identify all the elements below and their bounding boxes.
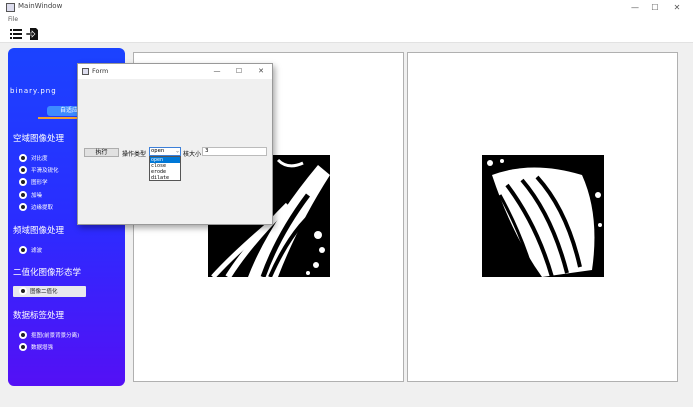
dialog-maximize-button[interactable]: ☐ xyxy=(228,64,250,79)
execute-button[interactable]: 执行 xyxy=(84,148,119,157)
radio-icon xyxy=(19,343,27,351)
result-image xyxy=(482,155,604,277)
minimize-button[interactable]: — xyxy=(624,0,646,15)
dialog-minimize-button[interactable]: — xyxy=(206,64,228,79)
section-spatial: 空域图像处理 xyxy=(13,134,65,144)
window-title: MainWindow xyxy=(18,2,63,10)
section-labels: 数据标签处理 xyxy=(13,311,65,321)
maximize-button[interactable]: ☐ xyxy=(644,0,666,15)
radio-icon xyxy=(19,154,27,162)
chevron-down-icon[interactable]: ⌄ xyxy=(176,148,179,155)
result-image-panel xyxy=(407,52,678,382)
option-dilate[interactable]: dilate xyxy=(150,175,180,181)
radio-icon xyxy=(19,203,27,211)
image-filename: binary.png xyxy=(10,87,57,95)
radio-icon xyxy=(19,246,27,254)
sidebar-item-augment[interactable]: 数据增强 xyxy=(19,342,119,352)
sidebar-item-binarize[interactable]: 图像二值化 xyxy=(13,286,86,297)
radio-icon xyxy=(19,331,27,339)
radio-icon xyxy=(19,166,27,174)
sidebar-item-filter[interactable]: 滤波 xyxy=(19,245,119,255)
sidebar-item-matting[interactable]: 抠图(前景背景分离) xyxy=(19,330,119,340)
op-type-value: open xyxy=(151,148,165,154)
kernel-size-input[interactable]: 3 xyxy=(202,147,267,156)
dialog-title: Form xyxy=(92,67,109,75)
menu-bar: File xyxy=(0,15,693,25)
kernel-size-label: 核大小 xyxy=(183,151,202,158)
butterfly-image-right xyxy=(482,155,604,277)
section-binary-morphology: 二值化图像形态学 xyxy=(13,268,82,278)
dialog-close-button[interactable]: ✕ xyxy=(250,64,272,79)
dialog-title-bar: Form — ☐ ✕ xyxy=(78,64,272,79)
title-bar: MainWindow — ☐ ✕ xyxy=(0,0,693,15)
radio-icon xyxy=(19,178,27,186)
import-icon[interactable] xyxy=(26,28,38,40)
main-window: MainWindow — ☐ ✕ File binary.png 自适应 空域图… xyxy=(0,0,693,407)
menu-file[interactable]: File xyxy=(8,16,18,23)
app-icon xyxy=(6,3,15,12)
op-type-dropdown: open close erode dilate xyxy=(149,156,181,181)
form-dialog: Form — ☐ ✕ 执行 操作类型 open ⌄ 核大小 3 open clo… xyxy=(77,63,273,225)
close-button[interactable]: ✕ xyxy=(666,0,688,15)
section-frequency: 频域图像处理 xyxy=(13,226,65,236)
dialog-icon xyxy=(82,68,89,75)
list-icon[interactable] xyxy=(10,28,22,40)
op-type-select[interactable]: open ⌄ xyxy=(149,147,181,156)
op-type-label: 操作类型 xyxy=(122,151,147,158)
toolbar xyxy=(0,25,693,43)
radio-icon xyxy=(19,191,27,199)
radio-icon xyxy=(19,287,27,295)
